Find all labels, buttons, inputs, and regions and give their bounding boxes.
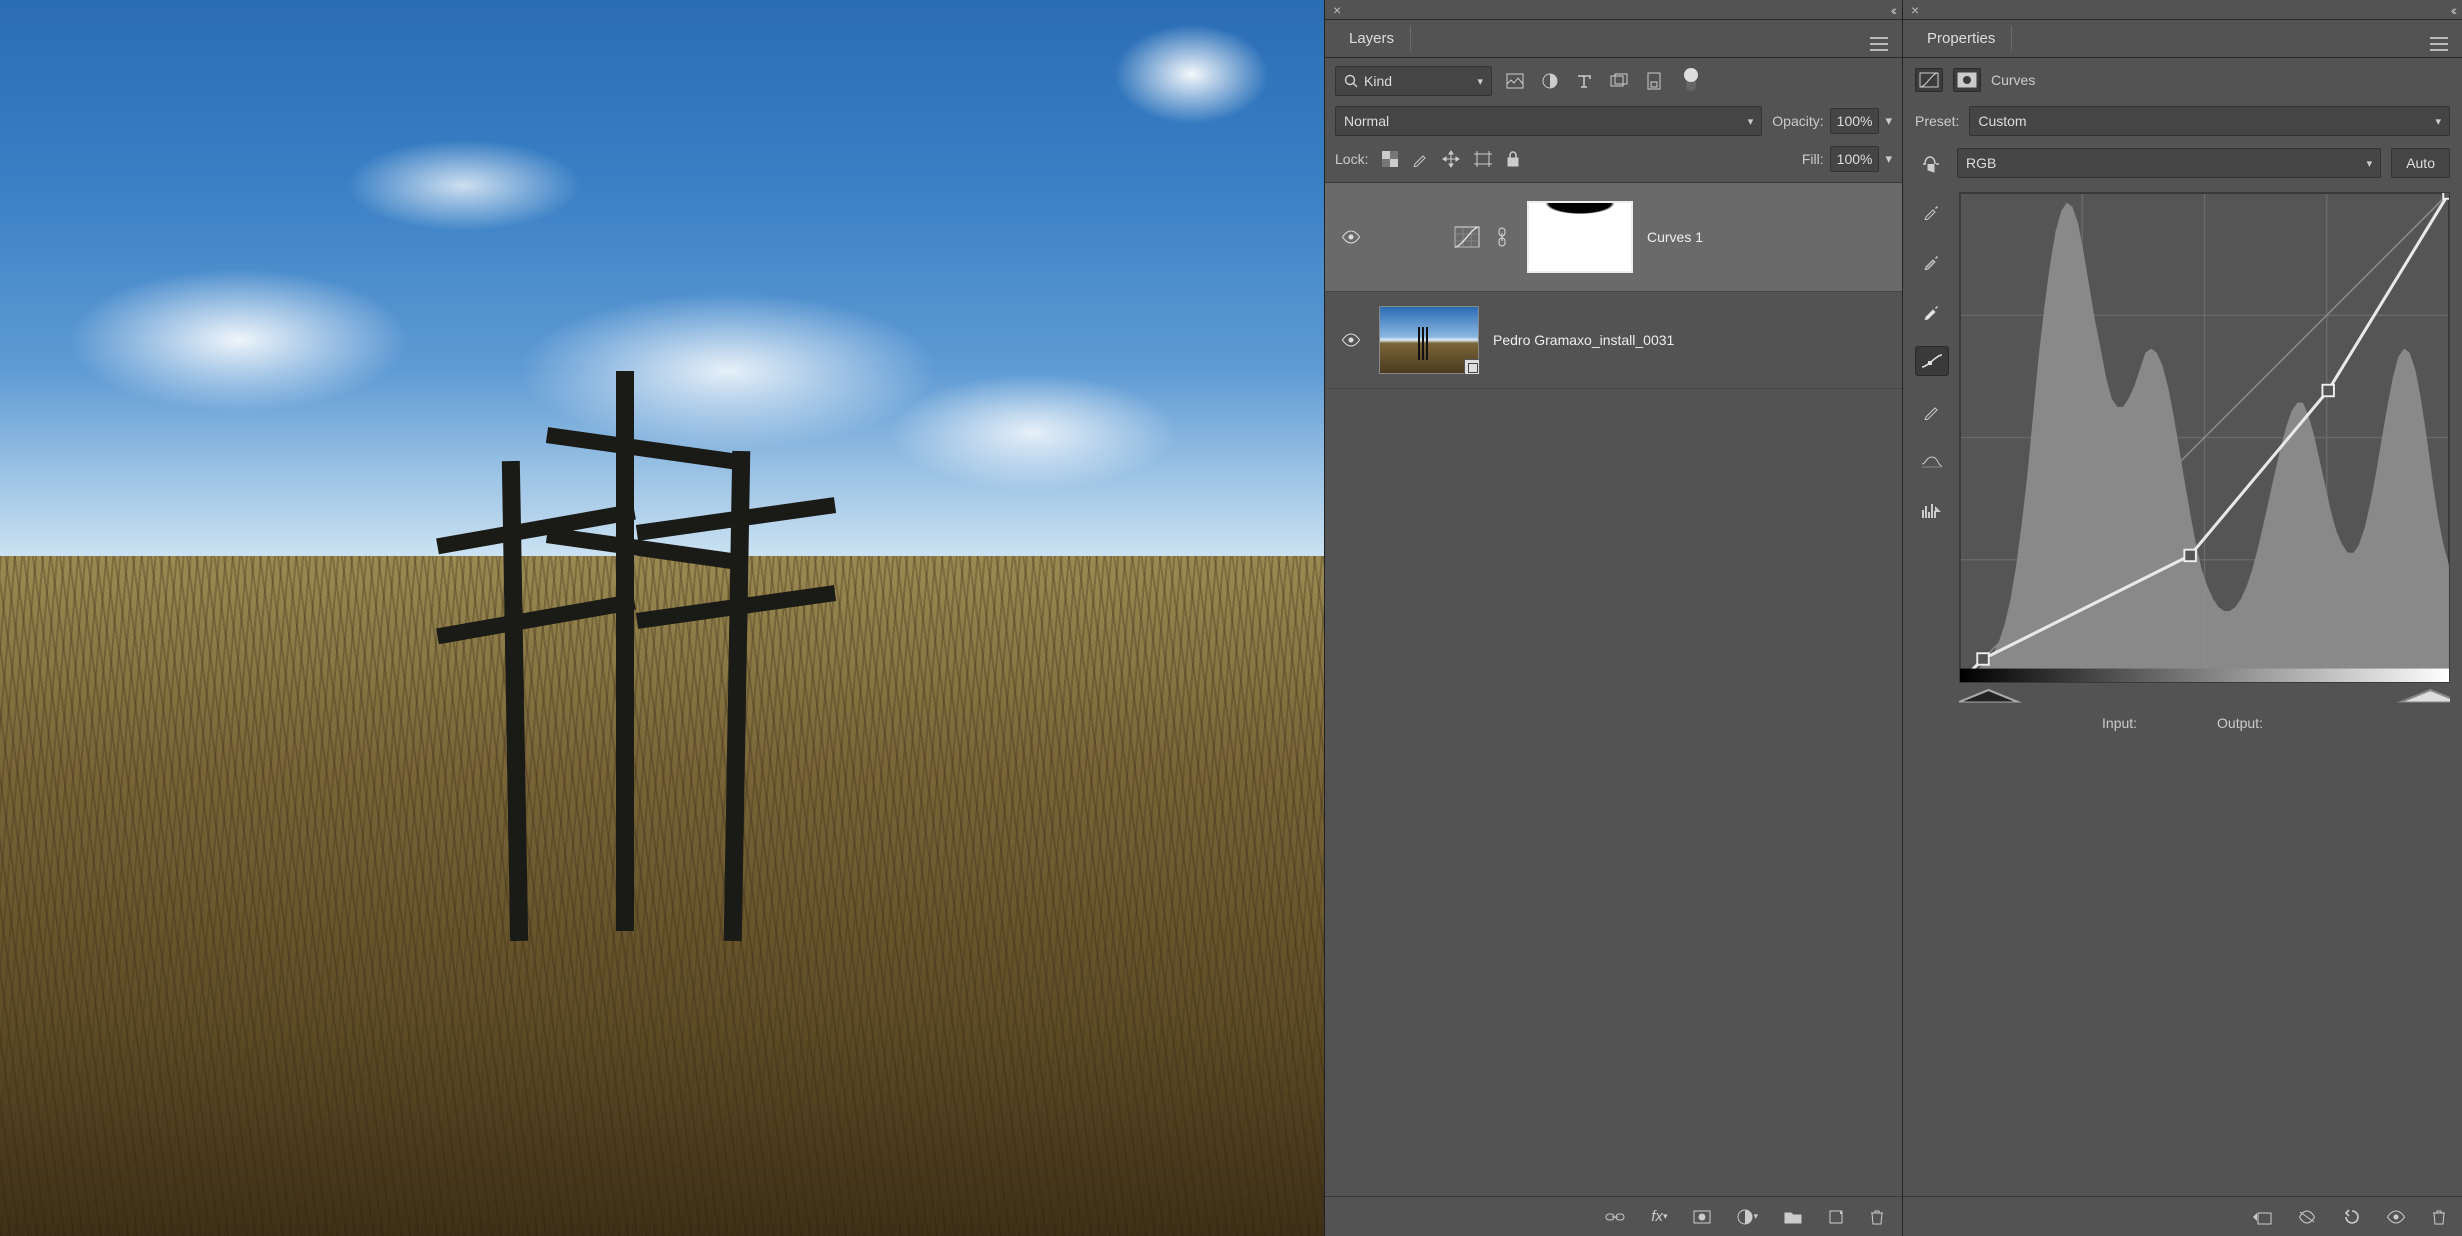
layer-filter-kind-select[interactable]: Kind ▾ [1335,66,1492,96]
chevron-down-icon: ▾ [1748,115,1754,128]
visibility-eye-icon[interactable] [1341,333,1361,347]
curve-point-tool-icon[interactable] [1915,346,1949,376]
layers-panel: × ‹‹ Layers Kind ▾ [1324,0,1902,1236]
sky-region [0,0,1324,618]
new-layer-icon[interactable] [1828,1209,1844,1225]
layer-name[interactable]: Curves 1 [1647,229,1703,245]
chevron-down-icon[interactable]: ▾ [1885,151,1892,167]
layers-panel-tabbar: Layers [1325,20,1902,58]
preset-select[interactable]: Custom ▾ [1969,106,2450,136]
toggle-visibility-icon[interactable] [2386,1210,2406,1224]
eyedropper-gray-icon[interactable] [1915,246,1949,276]
properties-panel: × ‹‹ Properties Curves Preset: Custom ▾ [1902,0,2462,1236]
mask-mode-icon[interactable] [1953,68,1981,92]
add-mask-icon[interactable] [1693,1210,1711,1224]
curve-pencil-tool-icon[interactable] [1915,396,1949,426]
channel-select[interactable]: RGB ▾ [1957,148,2381,178]
curves-adjustment-thumb-icon [1451,221,1483,253]
properties-panel-tabbar: Properties [1903,20,2462,58]
layer-row-image[interactable]: Pedro Gramaxo_install_0031 [1325,292,1902,389]
adjustment-type-label: Curves [1991,72,2035,88]
opacity-label: Opacity: [1772,113,1823,129]
layer-name[interactable]: Pedro Gramaxo_install_0031 [1493,332,1674,348]
panel-menu-icon[interactable] [1864,31,1894,57]
view-previous-state-icon[interactable] [2298,1210,2316,1224]
clip-to-layer-icon[interactable] [2252,1209,2272,1225]
reset-icon[interactable] [2342,1209,2360,1225]
preset-label: Preset: [1915,113,1959,129]
new-adjustment-layer-icon[interactable]: ▾ [1737,1209,1758,1225]
lock-artboard-icon[interactable] [1474,151,1492,167]
fill-label: Fill: [1802,151,1824,167]
chevron-down-icon: ▾ [2435,115,2441,128]
filter-smartobject-icon[interactable] [1646,72,1662,90]
chevron-down-icon: ▾ [1477,75,1483,88]
lock-all-icon[interactable] [1506,151,1520,167]
curves-adjustment-icon [1915,68,1943,92]
properties-panel-topbar: × ‹‹ [1903,0,2462,20]
filter-pixel-icon[interactable] [1506,73,1524,89]
filter-shape-icon[interactable] [1610,73,1628,89]
preset-value: Custom [1978,113,2026,129]
collapse-icon[interactable]: ‹‹ [1891,2,1894,18]
panel-menu-icon[interactable] [2424,31,2454,57]
layers-panel-topbar: × ‹‹ [1325,0,1902,20]
layer-effects-icon[interactable]: fx▾ [1651,1208,1667,1225]
new-group-icon[interactable] [1784,1210,1802,1224]
eyedropper-white-icon[interactable] [1915,296,1949,326]
close-icon[interactable]: × [1911,3,1919,17]
lock-pixels-icon[interactable] [1412,151,1428,167]
ground-region [0,556,1324,1236]
layers-panel-footer: fx▾ ▾ [1325,1196,1902,1236]
curves-graph[interactable] [1959,192,2450,683]
lock-label: Lock: [1335,151,1368,167]
mask-link-icon[interactable] [1497,227,1513,247]
link-layers-icon[interactable] [1605,1211,1625,1223]
fill-value[interactable]: 100% [1830,146,1880,172]
blend-mode-select[interactable]: Normal ▾ [1335,106,1762,136]
opacity-value[interactable]: 100% [1830,108,1880,134]
layer-row-curves[interactable]: Curves 1 [1325,183,1902,292]
lock-transparency-icon[interactable] [1382,151,1398,167]
histogram-clip-icon[interactable] [1915,496,1949,526]
smooth-curve-icon[interactable] [1915,446,1949,476]
document-canvas[interactable] [0,0,1324,1236]
visibility-eye-icon[interactable] [1341,230,1361,244]
filter-adjustment-icon[interactable] [1542,73,1558,89]
properties-panel-footer [1903,1196,2462,1236]
layer-filter-kind-label: Kind [1364,73,1392,89]
filter-toggle-switch[interactable] [1686,71,1696,91]
collapse-icon[interactable]: ‹‹ [2451,2,2454,18]
channel-value: RGB [1966,155,1996,171]
delete-layer-icon[interactable] [1870,1209,1884,1225]
filter-type-icon[interactable] [1576,73,1592,89]
layer-thumbnail[interactable] [1379,306,1479,374]
close-icon[interactable]: × [1333,3,1341,17]
levels-slider[interactable] [1959,687,2450,705]
chevron-down-icon: ▾ [2367,157,2373,170]
layer-list: Curves 1 Pedro Gramaxo_install_0031 [1325,183,1902,1196]
tab-properties[interactable]: Properties [1911,20,2011,57]
delete-adjustment-icon[interactable] [2432,1209,2446,1225]
eyedropper-black-icon[interactable] [1915,196,1949,226]
smart-object-badge-icon [1464,359,1480,375]
search-icon [1344,74,1358,88]
output-label: Output: [2217,715,2263,731]
auto-button[interactable]: Auto [2391,148,2450,178]
targeted-adjust-icon[interactable] [1915,152,1947,174]
blend-mode-value: Normal [1344,113,1389,129]
lock-position-icon[interactable] [1442,150,1460,168]
tab-layers[interactable]: Layers [1333,20,1410,57]
chevron-down-icon[interactable]: ▾ [1885,113,1892,129]
layer-mask-thumbnail[interactable] [1527,201,1633,273]
input-label: Input: [2102,715,2137,731]
